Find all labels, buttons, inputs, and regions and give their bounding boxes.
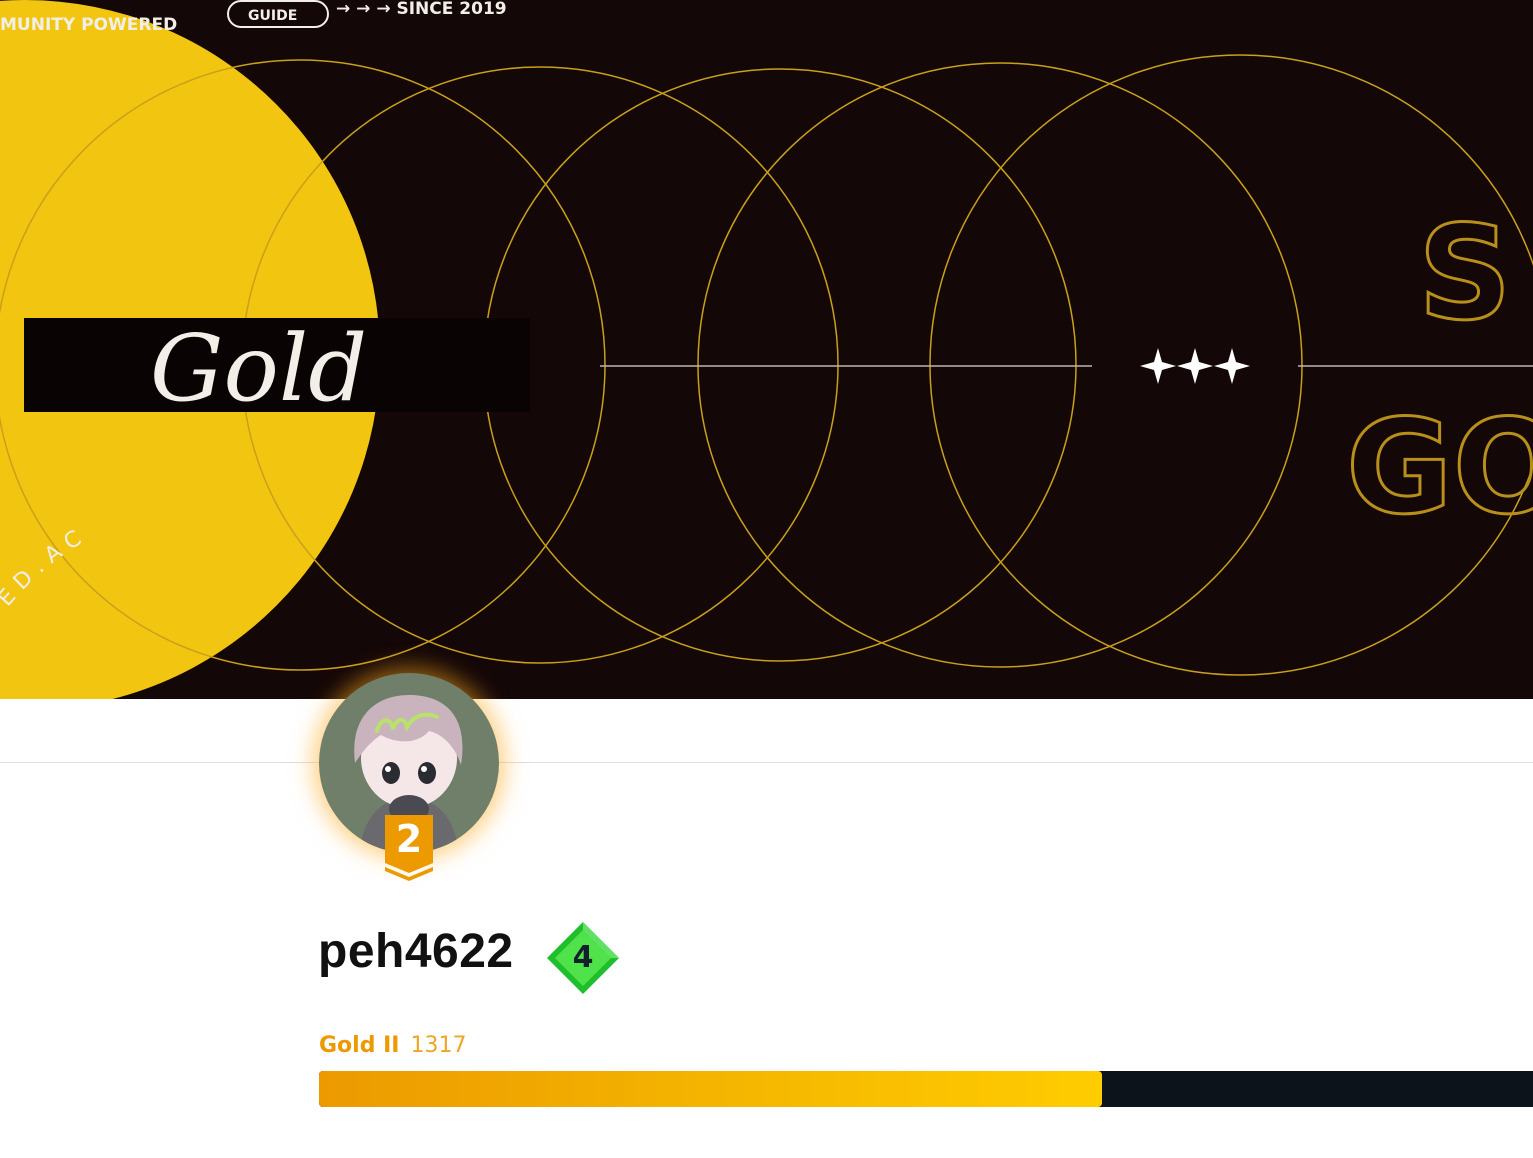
tier-name: Gold II bbox=[319, 1033, 400, 1058]
banner-outline-letters-bottom: GO bbox=[1346, 391, 1533, 543]
username: peh4622 bbox=[318, 925, 514, 978]
banner-guide-text: GUIDE bbox=[248, 8, 297, 24]
rating-progress-fill bbox=[319, 1071, 1102, 1107]
header-divider bbox=[0, 762, 1533, 763]
banner-since-text: → → → SINCE 2019 bbox=[336, 0, 507, 19]
gold-script-text: Gold bbox=[150, 315, 367, 422]
profile-background-banner: Gold MUNITY POWERED GUIDE → → → SINCE 20… bbox=[0, 0, 1533, 699]
class-badge[interactable]: 4 bbox=[545, 920, 621, 996]
rating-value: 1317 bbox=[410, 1033, 467, 1058]
rating-progress-bar bbox=[319, 1071, 1533, 1107]
sparkles-icon bbox=[1140, 348, 1250, 384]
banner-outline-letters-top: S bbox=[1418, 197, 1512, 349]
class-badge-number: 4 bbox=[572, 940, 594, 975]
rank-badge: 2 bbox=[384, 815, 434, 881]
banner-top-text: MUNITY POWERED bbox=[0, 15, 177, 35]
tier-rating-line: Gold II 1317 bbox=[319, 1032, 467, 1060]
banner-artwork: Gold MUNITY POWERED GUIDE → → → SINCE 20… bbox=[0, 0, 1533, 699]
rank-badge-number: 2 bbox=[395, 817, 423, 861]
